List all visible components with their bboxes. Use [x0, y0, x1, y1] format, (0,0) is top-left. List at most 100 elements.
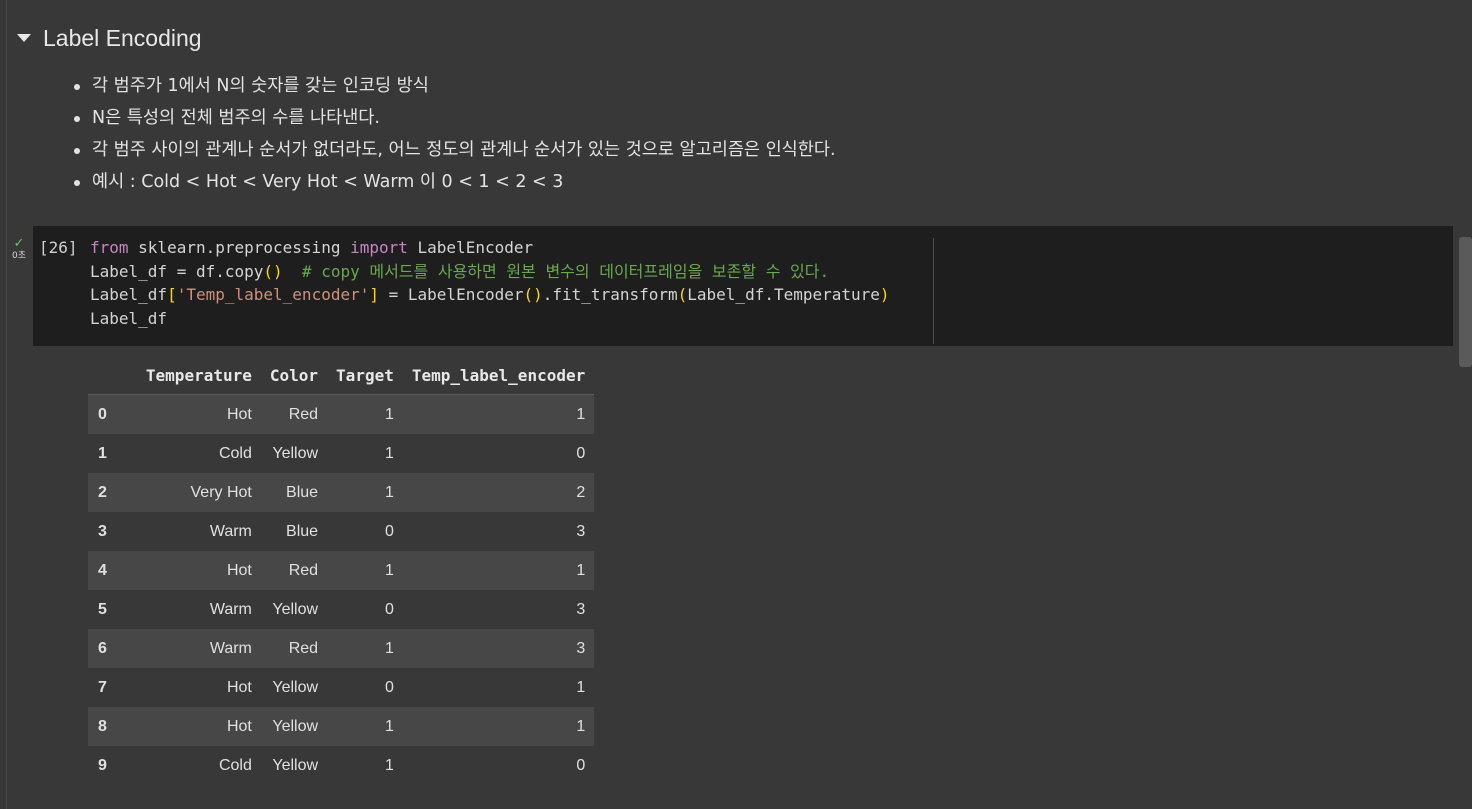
table-cell: 1 [384, 561, 394, 579]
table-cell: 1 [576, 405, 586, 423]
table-cell: Yellow [272, 717, 319, 735]
code-token: Label_df [90, 285, 168, 304]
bullet-list: 각 범주가 1에서 N의 숫자를 갖는 인코딩 방식 N은 특성의 전체 범주의… [72, 70, 836, 198]
table-cell: Cold [218, 444, 252, 462]
table-cell: Very Hot [190, 483, 252, 501]
table-cell: 2 [576, 483, 586, 501]
table-cell: Yellow [272, 678, 319, 696]
row-index: 1 [98, 444, 107, 462]
table-cell: Warm [209, 522, 252, 540]
table-cell: Hot [226, 678, 252, 696]
code-line: Label_df = df.copy() # copy 메서드를 사용하면 원본… [90, 260, 890, 284]
bullet-item: 예시 : Cold < Hot < Very Hot < Warm 이 0 < … [72, 166, 836, 198]
table-row: 5 Warm Yellow 0 3 [88, 590, 594, 629]
caret-down-icon[interactable] [14, 28, 34, 48]
column-header: Temperature [136, 356, 261, 395]
table-header-row: Temperature Color Target Temp_label_enco… [88, 356, 595, 395]
table-cell: 1 [576, 717, 586, 735]
bullet-item: N은 특성의 전체 범주의 수를 나타낸다. [72, 102, 836, 134]
table-row: 1 Cold Yellow 1 0 [88, 434, 594, 473]
table-cell: Blue [286, 483, 319, 501]
table-cell: Hot [226, 561, 252, 579]
code-line: Label_df['Temp_label_encoder'] = LabelEn… [90, 283, 890, 307]
table-cell: 3 [576, 600, 586, 618]
bullet-item: 각 범주 사이의 관계나 순서가 없더라도, 어느 정도의 관계나 순서가 있는… [72, 134, 836, 166]
bullet-item: 각 범주가 1에서 N의 숫자를 갖는 인코딩 방식 [72, 70, 836, 102]
code-bracket: () [263, 261, 283, 281]
run-time: 0초 [11, 251, 26, 261]
cell-output: Temperature Color Target Temp_label_enco… [88, 356, 595, 785]
code-token: Label_df = df.copy [90, 261, 264, 281]
section-title: Label Encoding [43, 24, 202, 51]
code-line: Label_df [90, 307, 890, 331]
table-row: 2 Very Hot Blue 1 2 [88, 473, 595, 512]
table-cell: 1 [384, 639, 394, 657]
table-row: 4 Hot Red 1 1 [88, 551, 595, 590]
table-cell: 1 [384, 483, 394, 501]
table-cell: Blue [286, 522, 319, 540]
table-row: 8 Hot Yellow 1 1 [88, 707, 595, 746]
code-cell[interactable]: from sklearn.preprocessing import LabelE… [33, 226, 1453, 346]
table-cell: Yellow [272, 444, 319, 462]
table-cell: Red [288, 561, 319, 579]
table-cell: Yellow [272, 756, 319, 774]
table-cell: 1 [576, 678, 586, 696]
code-comment: # copy 메서드를 사용하면 원본 변수의 데이터프레임을 보존할 수 있다… [282, 261, 830, 281]
code-string: 'Temp_label_encoder' [176, 285, 370, 304]
row-index: 8 [98, 717, 107, 735]
table-row: 6 Warm Red 1 3 [88, 629, 595, 668]
code-editor[interactable]: from sklearn.preprocessing import LabelE… [90, 236, 890, 330]
table-cell: 0 [384, 678, 394, 696]
table-cell: 0 [576, 444, 586, 462]
code-bracket: ] [369, 285, 379, 304]
row-index: 9 [98, 756, 107, 774]
code-token: sklearn.preprocessing [128, 238, 351, 257]
table-cell: 1 [384, 756, 394, 774]
dataframe-table: Temperature Color Target Temp_label_enco… [88, 356, 595, 785]
column-header: Temp_label_encoder [402, 356, 595, 395]
table-cell: 0 [384, 522, 394, 540]
code-token: = LabelEncoder [379, 285, 524, 304]
table-cell: 1 [384, 717, 394, 735]
row-index: 6 [98, 639, 107, 657]
code-token: .fit_transform [542, 285, 678, 304]
table-cell: Cold [218, 756, 252, 774]
keyword-import: import [350, 238, 408, 257]
left-gutter-line [6, 0, 7, 809]
table-row: 7 Hot Yellow 0 1 [88, 668, 594, 707]
table-cell: 1 [576, 561, 586, 579]
code-token: Label_df.Temperature [687, 285, 880, 304]
code-bracket: [ [167, 285, 177, 304]
row-index: 2 [98, 483, 107, 501]
table-cell: Red [288, 639, 319, 657]
table-cell: 0 [576, 756, 586, 774]
code-bracket: () [523, 285, 543, 304]
code-bracket: ( [677, 285, 688, 304]
column-header: Color [260, 356, 328, 395]
table-cell: Hot [226, 405, 252, 423]
row-index: 0 [98, 405, 107, 423]
table-cell: 1 [384, 405, 394, 423]
table-cell: 0 [384, 600, 394, 618]
row-index: 5 [98, 600, 107, 618]
table-cell: 1 [384, 444, 394, 462]
row-index: 7 [98, 678, 107, 696]
row-index: 4 [98, 561, 107, 579]
code-token: LabelEncoder [407, 238, 534, 257]
table-cell: 3 [576, 639, 586, 657]
table-row: 0 Hot Red 1 1 [88, 394, 595, 434]
keyword-from: from [90, 238, 129, 257]
index-header [88, 356, 137, 395]
code-line: from sklearn.preprocessing import LabelE… [90, 236, 890, 260]
row-index: 3 [98, 522, 107, 540]
scrollbar[interactable] [1459, 237, 1472, 367]
table-cell: Warm [209, 600, 252, 618]
check-icon: ✓ [13, 236, 25, 251]
code-token: Label_df [90, 308, 168, 328]
run-status[interactable]: ✓ 0초 [10, 236, 28, 262]
table-cell: 3 [576, 522, 586, 540]
table-cell: Hot [226, 717, 252, 735]
execution-count: [26] [39, 238, 78, 257]
code-ruler [933, 238, 934, 344]
table-cell: Red [288, 405, 319, 423]
